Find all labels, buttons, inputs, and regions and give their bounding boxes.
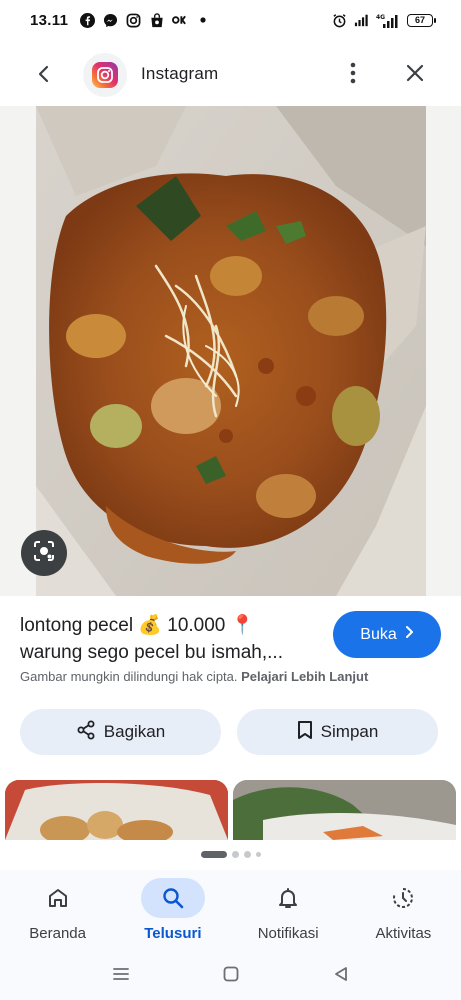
copyright-text: Gambar mungkin dilindungi hak cipta. [20,669,238,684]
signal-4g-icon: 4G [376,13,400,28]
back-nav-button[interactable] [329,964,353,988]
status-time: 13.11 [30,11,69,29]
share-label: Bagikan [103,722,166,741]
chevron-right-icon [405,625,414,644]
status-bar: 13.11 4G 67 [0,0,461,40]
result-caption[interactable]: lontong pecel 💰 10.000 📍 warung sego pec… [20,612,320,666]
page-dot [255,852,261,857]
alarm-icon [332,13,347,28]
svg-text:4G: 4G [376,14,385,21]
activity-icon [371,878,435,918]
related-image-1[interactable] [5,780,228,840]
copyright-notice: Gambar mungkin dilindungi hak cipta. Pel… [20,669,368,684]
related-images [0,780,461,840]
lens-search-icon [32,539,56,568]
battery-icon: 67 [407,13,436,27]
facebook-icon [80,12,96,28]
shop-icon [149,12,164,28]
close-icon [405,63,425,88]
save-label: Simpan [320,722,379,741]
nav-label: Telusuri [144,925,202,942]
triangle-back-icon [332,965,350,988]
related-image-2[interactable] [233,780,456,840]
system-navigation-bar [0,952,461,1000]
instagram-logo-icon [92,62,118,88]
recent-apps-button[interactable] [109,964,133,988]
page-dot-active [200,851,227,858]
source-avatar[interactable] [83,53,127,97]
bottom-navigation: Beranda Telusuri Notifikasi Aktivitas [0,870,461,952]
close-button[interactable] [401,61,429,89]
bell-icon [256,878,320,918]
caption-line-2: warung sego pecel bu ismah,... [20,642,283,663]
nav-label: Aktivitas [375,925,432,942]
image-viewer [0,106,461,596]
more-options-button[interactable] [340,61,366,89]
system-icons: 4G 67 [332,13,436,28]
page-dot [231,851,239,858]
learn-more-link[interactable]: Pelajari Lebih Lanjut [241,669,368,684]
nav-item-telusuri[interactable]: Telusuri [115,870,230,952]
visit-button-label: Buka [360,625,397,643]
nav-item-beranda[interactable]: Beranda [0,870,115,952]
arrow-left-icon [35,65,53,88]
dot-icon [195,13,210,28]
messenger-icon [103,13,118,28]
instagram-icon [126,13,141,28]
back-button[interactable] [30,62,58,90]
app-icon [172,13,187,28]
nav-label: Beranda [29,925,86,942]
search-icon [140,878,205,918]
viewer-header: Instagram [0,44,461,106]
notification-icons [80,12,210,28]
signal-icon [354,13,369,28]
source-title[interactable]: Instagram [141,64,218,84]
bookmark-icon [297,720,313,745]
home-icon [26,878,90,918]
food-photo[interactable] [36,106,426,596]
menu-icon [112,966,130,987]
page-dot [243,851,251,858]
square-icon [222,965,240,988]
share-button[interactable]: Bagikan [20,709,221,755]
lens-button[interactable] [21,530,67,576]
battery-level: 67 [414,15,425,25]
page-indicator [0,851,461,858]
caption-line-1: lontong pecel 💰 10.000 📍 [20,615,255,636]
nav-item-aktivitas[interactable]: Aktivitas [346,870,461,952]
home-button[interactable] [219,964,243,988]
more-vert-icon [350,62,356,89]
save-button[interactable]: Simpan [237,709,438,755]
share-icon [76,720,96,745]
visit-button[interactable]: Buka [333,611,441,658]
nav-label: Notifikasi [257,925,319,942]
nav-item-notifikasi[interactable]: Notifikasi [231,870,346,952]
